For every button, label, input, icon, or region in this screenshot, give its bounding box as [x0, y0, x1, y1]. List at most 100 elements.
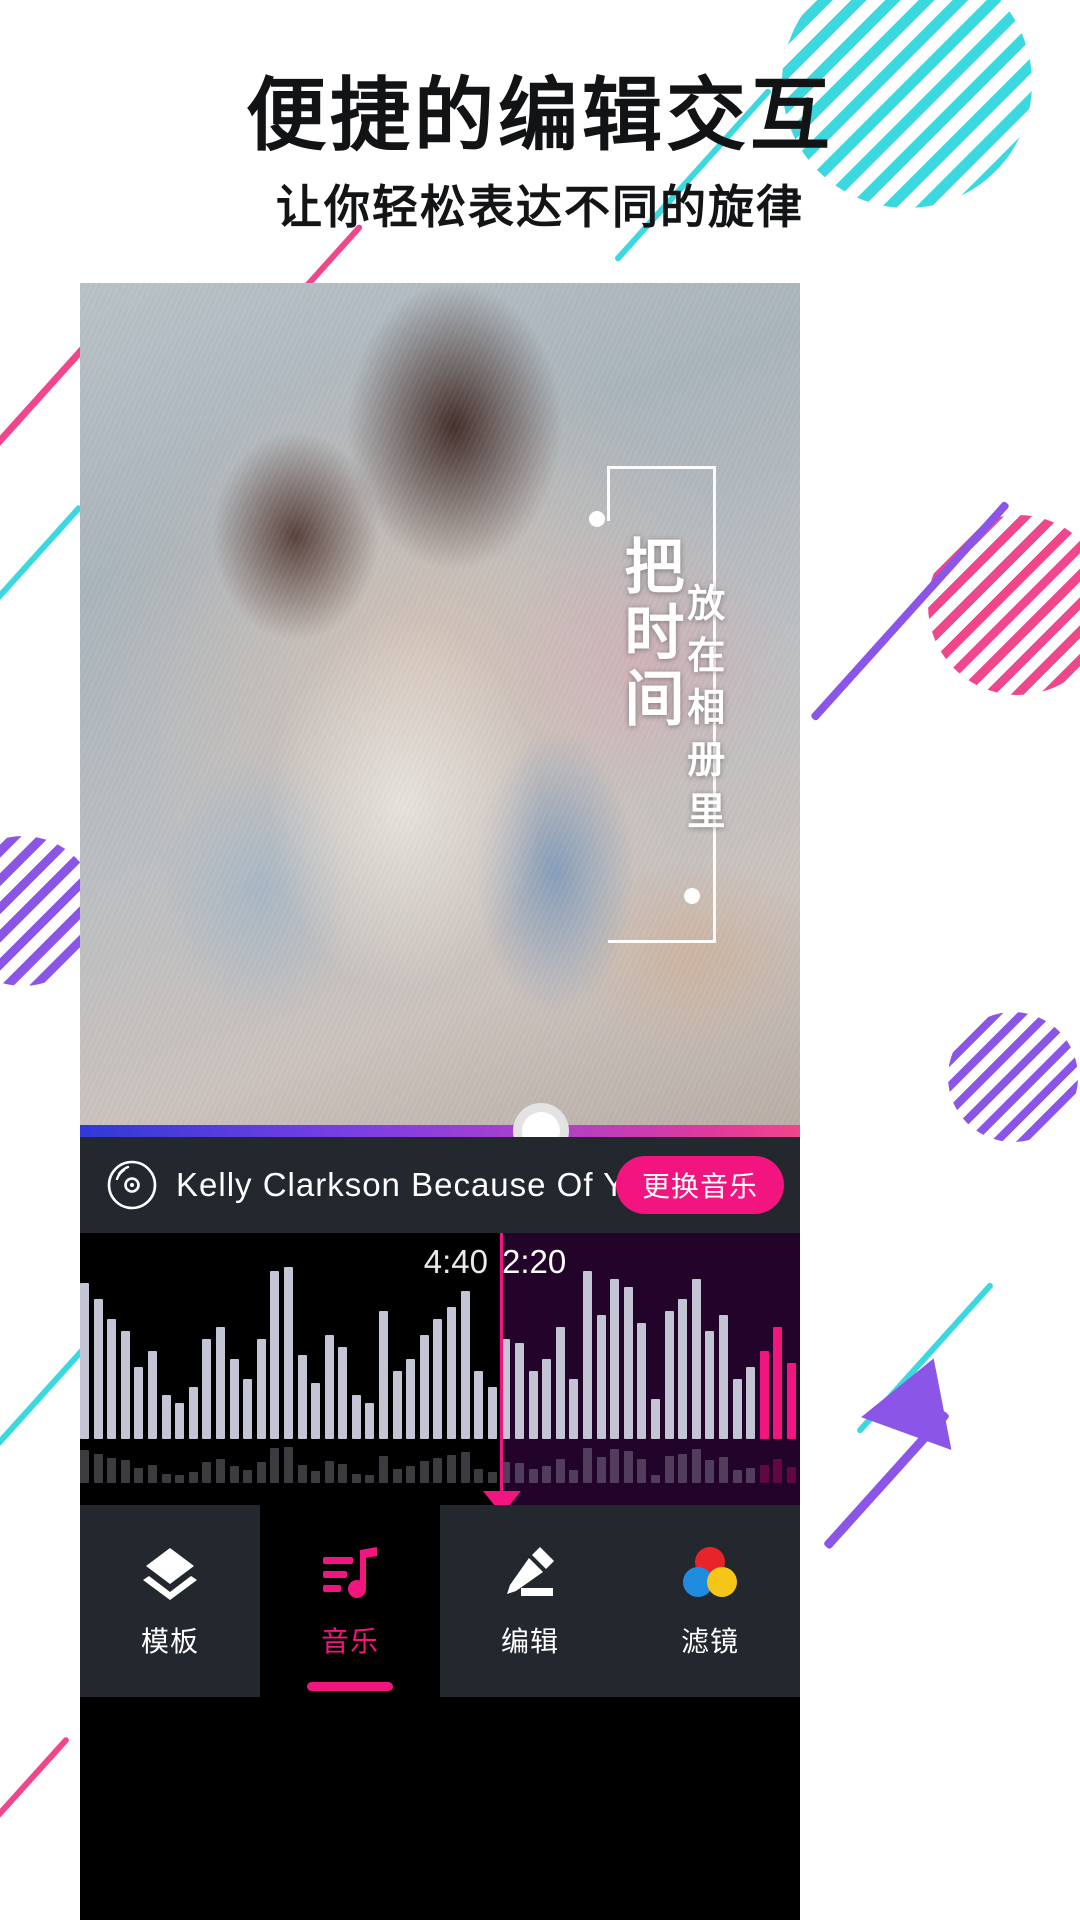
waveform-bar [732, 1379, 742, 1439]
photo-caption-main: 把时间 [616, 535, 683, 733]
audio-timeline[interactable]: 4:40 2:20 [80, 1233, 800, 1505]
waveform-bar [596, 1456, 606, 1483]
waveform-bar [773, 1327, 783, 1439]
waveform-bar [392, 1371, 402, 1439]
waveform-bar [229, 1466, 239, 1483]
waveform-bar [243, 1470, 253, 1483]
waveform-bar [678, 1299, 688, 1439]
waveform-bar [283, 1446, 293, 1483]
waveform-bar [202, 1462, 212, 1483]
waveform-bar [759, 1464, 769, 1483]
caption-dot-bottom [684, 888, 700, 904]
waveform-bar [582, 1447, 592, 1483]
waveform-bar [746, 1367, 756, 1439]
waveform-bar [732, 1470, 742, 1483]
waveform-bar [718, 1315, 728, 1439]
waveform-bar [460, 1291, 470, 1439]
caption-dot-top [589, 511, 605, 527]
waveform-bar [297, 1465, 307, 1483]
waveform-bar [175, 1475, 185, 1483]
tab-edit-label: 编辑 [500, 1626, 559, 1657]
waveform-bar [256, 1462, 266, 1483]
waveform-bar [215, 1327, 225, 1439]
waveform-bar [582, 1271, 592, 1439]
waveform-bar [515, 1462, 524, 1483]
waveform-bar [419, 1461, 429, 1483]
waveform-bar [406, 1466, 416, 1483]
waveform-bar [134, 1367, 144, 1439]
music-info-bar: Kelly Clarkson Because Of You 更换音乐 [80, 1137, 800, 1233]
waveform-bar [515, 1343, 524, 1439]
waveform-bar [215, 1459, 225, 1483]
waveform-bar [487, 1472, 497, 1483]
waveform-bar [623, 1451, 633, 1483]
waveform-bar [637, 1458, 647, 1483]
photo-caption-sub: 放在相册里 [680, 583, 723, 843]
caption-frame-tick [607, 466, 610, 521]
waveform-bar [93, 1453, 103, 1483]
waveform-bar [474, 1371, 484, 1439]
waveform-bar [637, 1323, 647, 1439]
waveform-bar [365, 1403, 375, 1439]
waveform-bar [338, 1347, 348, 1439]
waveform-bar [256, 1339, 266, 1439]
waveform-bar [338, 1463, 348, 1483]
timeline-playhead[interactable] [483, 1491, 521, 1505]
waveform-bar [460, 1451, 470, 1483]
decor-diagonal-bar-pink-3 [0, 1735, 71, 1845]
timeline-times: 4:40 2:20 [80, 1243, 800, 1285]
waveform-bar [80, 1450, 89, 1483]
waveform-bar [718, 1456, 728, 1483]
waveform-bar [542, 1466, 552, 1483]
waveform-bar [569, 1379, 579, 1439]
waveform-bar [311, 1383, 321, 1439]
waveform-bar [528, 1371, 538, 1439]
waveform-bar [705, 1460, 715, 1483]
change-music-button[interactable]: 更换音乐 [615, 1156, 784, 1214]
waveform-bar [175, 1403, 185, 1439]
tab-filter-label: 滤镜 [680, 1626, 739, 1657]
waveform-bar [147, 1351, 157, 1439]
decor-diagonal-bar-cyan-1 [0, 504, 83, 694]
waveform-bar [134, 1467, 144, 1483]
waveform-bar [610, 1279, 620, 1439]
waveform-bar [202, 1339, 212, 1439]
waveform-bar [351, 1395, 361, 1439]
waveform-bar [188, 1472, 198, 1483]
waveform-bar [678, 1453, 688, 1483]
waveform-bar [596, 1315, 606, 1439]
tab-music[interactable]: 音乐 [260, 1505, 440, 1697]
filter-circles-icon [679, 1542, 741, 1604]
waveform-bar [555, 1459, 565, 1483]
tab-filter[interactable]: 滤镜 [620, 1505, 800, 1697]
waveform-bar [243, 1379, 253, 1439]
waveform-bar [691, 1449, 701, 1483]
tab-edit[interactable]: 编辑 [440, 1505, 620, 1697]
waveform-bar [433, 1457, 443, 1483]
waveform-bar [229, 1359, 239, 1439]
tab-active-indicator [307, 1682, 393, 1691]
decor-purple-striped-circle-right [948, 1012, 1078, 1142]
waveform-bar [379, 1311, 389, 1439]
waveform-bar [569, 1470, 579, 1483]
waveform-reflection [80, 1437, 800, 1483]
waveform-bar [691, 1279, 701, 1439]
waveform-bar [773, 1459, 783, 1483]
decor-diagonal-bar-cyan-3 [855, 1281, 995, 1435]
waveform-bar [270, 1447, 280, 1483]
playback-progress-bar[interactable] [80, 1103, 800, 1159]
tab-template[interactable]: 模板 [80, 1505, 260, 1697]
tab-music-label: 音乐 [320, 1626, 379, 1657]
waveform-bar [283, 1267, 293, 1439]
song-title: Kelly Clarkson Because Of You [176, 1166, 662, 1203]
time-current: 2:20 [502, 1243, 567, 1280]
waveform-bar [746, 1467, 756, 1483]
waveform-bar [447, 1307, 457, 1439]
decor-pink-striped-circle [928, 515, 1080, 695]
waveform-bar [379, 1456, 389, 1483]
waveform-bar [786, 1363, 796, 1439]
photo-preview[interactable]: 把时间 放在相册里 [80, 283, 800, 1125]
music-note-icon [319, 1542, 381, 1604]
waveform-bar [147, 1464, 157, 1483]
vinyl-record-icon [106, 1159, 158, 1211]
